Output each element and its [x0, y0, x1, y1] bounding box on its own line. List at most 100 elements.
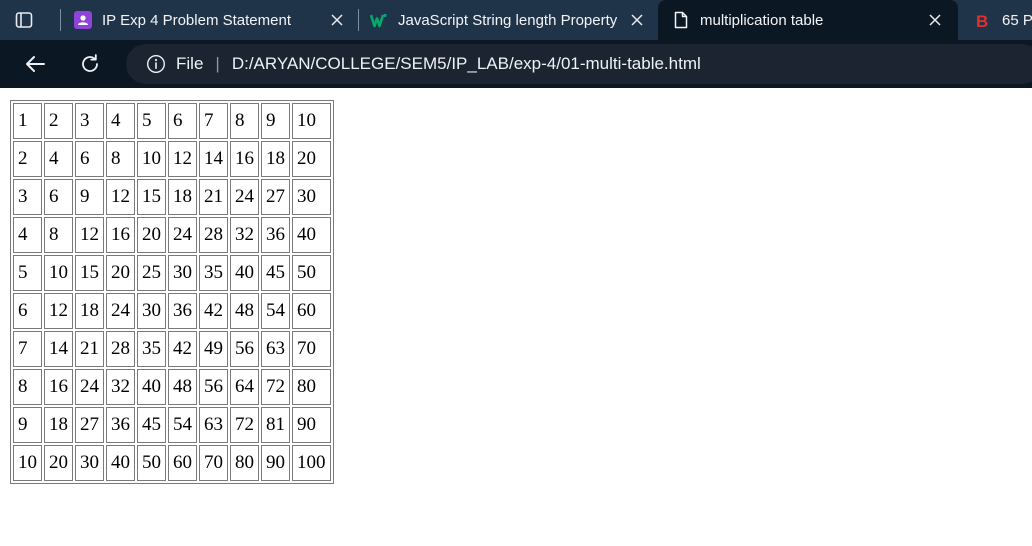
- browser-toolbar: File | D:/ARYAN/COLLEGE/SEM5/IP_LAB/exp-…: [0, 40, 1032, 88]
- table-cell: 45: [261, 255, 290, 291]
- table-cell: 64: [230, 369, 259, 405]
- table-row: 10 20 30 40 50 60 70 80 90 100: [13, 445, 331, 481]
- file-icon: [674, 11, 688, 29]
- table-cell: 20: [137, 217, 166, 253]
- table-cell: 15: [137, 179, 166, 215]
- tab-title: 65 Pa: [1002, 11, 1032, 29]
- tab-actions-icon[interactable]: [12, 8, 36, 32]
- table-row: 1 2 3 4 5 6 7 8 9 10: [13, 103, 331, 139]
- table-cell: 14: [199, 141, 228, 177]
- table-cell: 8: [13, 369, 42, 405]
- table-row: 4 8 12 16 20 24 28 32 36 40: [13, 217, 331, 253]
- tab-title: multiplication table: [700, 11, 824, 29]
- table-cell: 50: [137, 445, 166, 481]
- table-cell: 6: [13, 293, 42, 329]
- table-cell: 4: [106, 103, 135, 139]
- table-row: 8 16 24 32 40 48 56 64 72 80: [13, 369, 331, 405]
- table-cell: 72: [230, 407, 259, 443]
- table-row: 3 6 9 12 15 18 21 24 27 30: [13, 179, 331, 215]
- table-row: 2 4 6 8 10 12 14 16 18 20: [13, 141, 331, 177]
- table-row: 7 14 21 28 35 42 49 56 63 70: [13, 331, 331, 367]
- table-cell: 30: [137, 293, 166, 329]
- table-cell: 4: [44, 141, 73, 177]
- table-cell: 24: [75, 369, 104, 405]
- table-cell: 18: [75, 293, 104, 329]
- table-cell: 21: [199, 179, 228, 215]
- tab-strip: IP Exp 4 Problem Statement JavaScript St…: [0, 0, 1032, 40]
- table-cell: 9: [13, 407, 42, 443]
- tab-ip-exp[interactable]: IP Exp 4 Problem Statement: [62, 0, 356, 40]
- table-cell: 42: [168, 331, 197, 367]
- table-cell: 70: [292, 331, 331, 367]
- table-cell: 45: [137, 407, 166, 443]
- table-cell: 9: [75, 179, 104, 215]
- table-cell: 12: [168, 141, 197, 177]
- table-cell: 4: [13, 217, 42, 253]
- table-cell: 16: [230, 141, 259, 177]
- multiplication-table: 1 2 3 4 5 6 7 8 9 10 2 4 6 8 10 12 14 16 18 20 3 6 9 12 15 18 21 24…: [10, 100, 334, 484]
- table-cell: 30: [292, 179, 331, 215]
- table-cell: 60: [168, 445, 197, 481]
- site-scheme-label[interactable]: File: [176, 54, 203, 74]
- table-cell: 3: [75, 103, 104, 139]
- back-arrow-icon[interactable]: [23, 52, 47, 76]
- table-cell: 50: [292, 255, 331, 291]
- table-cell: 10: [137, 141, 166, 177]
- table-cell: 9: [261, 103, 290, 139]
- close-tab-icon[interactable]: [328, 11, 346, 29]
- w3schools-icon: [370, 13, 387, 28]
- table-cell: 6: [168, 103, 197, 139]
- tab-title: JavaScript String length Property: [398, 11, 618, 29]
- table-cell: 30: [75, 445, 104, 481]
- address-bar[interactable]: File | D:/ARYAN/COLLEGE/SEM5/IP_LAB/exp-…: [126, 44, 1032, 84]
- table-cell: 14: [44, 331, 73, 367]
- svg-text:B: B: [976, 12, 988, 29]
- table-cell: 90: [261, 445, 290, 481]
- table-cell: 70: [199, 445, 228, 481]
- table-cell: 32: [230, 217, 259, 253]
- table-cell: 20: [44, 445, 73, 481]
- table-cell: 56: [199, 369, 228, 405]
- tab-65-pa[interactable]: B 65 Pa: [958, 0, 1032, 40]
- tab-separator: [358, 9, 359, 31]
- table-cell: 5: [13, 255, 42, 291]
- table-cell: 8: [106, 141, 135, 177]
- table-cell: 28: [106, 331, 135, 367]
- table-cell: 42: [199, 293, 228, 329]
- table-cell: 6: [75, 141, 104, 177]
- table-cell: 49: [199, 331, 228, 367]
- table-cell: 40: [106, 445, 135, 481]
- table-cell: 40: [292, 217, 331, 253]
- table-cell: 54: [168, 407, 197, 443]
- table-cell: 18: [261, 141, 290, 177]
- tab-js-string-length[interactable]: JavaScript String length Property: [360, 0, 656, 40]
- table-cell: 5: [137, 103, 166, 139]
- table-cell: 12: [44, 293, 73, 329]
- close-tab-icon[interactable]: [926, 11, 944, 29]
- table-cell: 8: [230, 103, 259, 139]
- table-cell: 32: [106, 369, 135, 405]
- table-cell: 2: [13, 141, 42, 177]
- table-cell: 7: [13, 331, 42, 367]
- close-tab-icon[interactable]: [628, 11, 646, 29]
- reload-icon[interactable]: [78, 52, 102, 76]
- tab-multiplication-table[interactable]: multiplication table: [658, 0, 958, 40]
- table-cell: 36: [168, 293, 197, 329]
- address-separator: |: [215, 54, 220, 73]
- table-cell: 36: [261, 217, 290, 253]
- table-cell: 36: [106, 407, 135, 443]
- table-cell: 100: [292, 445, 331, 481]
- table-cell: 35: [137, 331, 166, 367]
- table-cell: 54: [261, 293, 290, 329]
- table-cell: 80: [292, 369, 331, 405]
- table-cell: 6: [44, 179, 73, 215]
- table-cell: 24: [168, 217, 197, 253]
- info-icon[interactable]: [146, 54, 166, 74]
- table-cell: 40: [230, 255, 259, 291]
- table-cell: 20: [292, 141, 331, 177]
- table-cell: 48: [230, 293, 259, 329]
- table-cell: 20: [106, 255, 135, 291]
- tab-title: IP Exp 4 Problem Statement: [102, 11, 291, 29]
- table-cell: 81: [261, 407, 290, 443]
- url-text[interactable]: D:/ARYAN/COLLEGE/SEM5/IP_LAB/exp-4/01-mu…: [232, 54, 701, 74]
